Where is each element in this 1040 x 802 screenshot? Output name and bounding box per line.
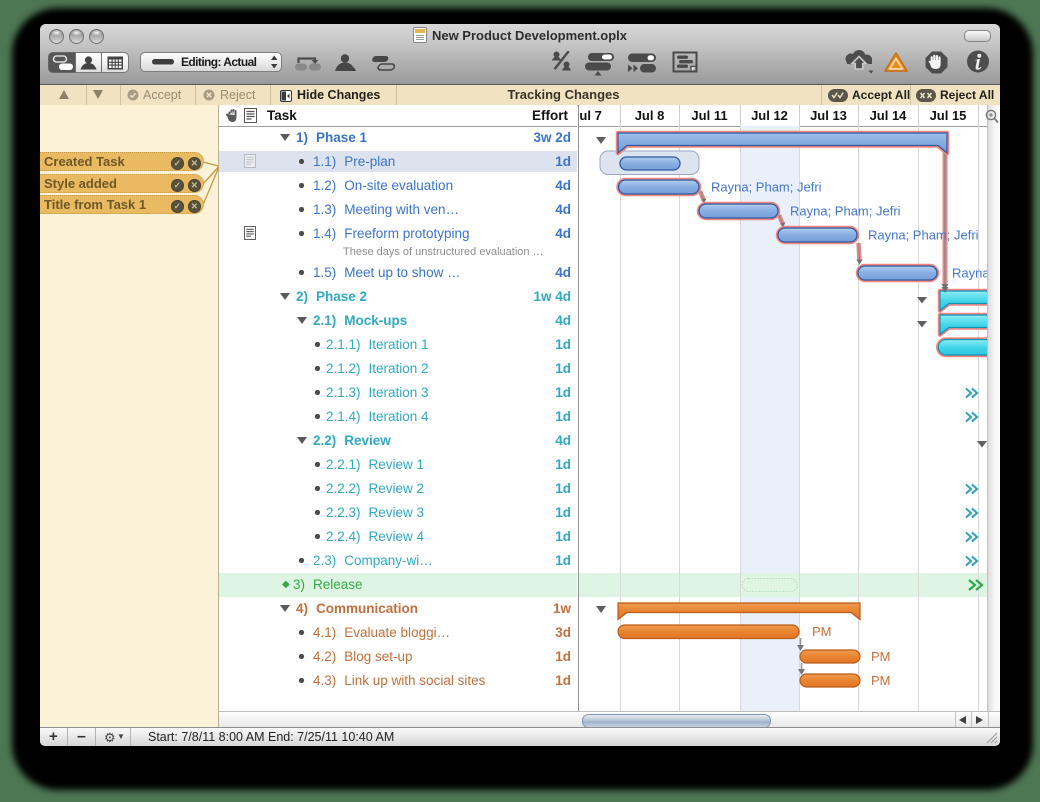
svg-text:PM: PM — [871, 673, 891, 688]
svg-text:Rayna: Rayna — [952, 266, 987, 281]
svg-text:Rayna; Pham; Jefri: Rayna; Pham; Jefri — [868, 228, 979, 243]
svg-text:PM: PM — [812, 624, 832, 639]
svg-text:Editing: Actual: Editing: Actual — [181, 55, 257, 69]
svg-text:PM: PM — [871, 649, 891, 664]
svg-text:Rayna; Pham; Jefri: Rayna; Pham; Jefri — [790, 204, 901, 219]
svg-text:Rayna; Pham; Jefri: Rayna; Pham; Jefri — [711, 180, 822, 195]
